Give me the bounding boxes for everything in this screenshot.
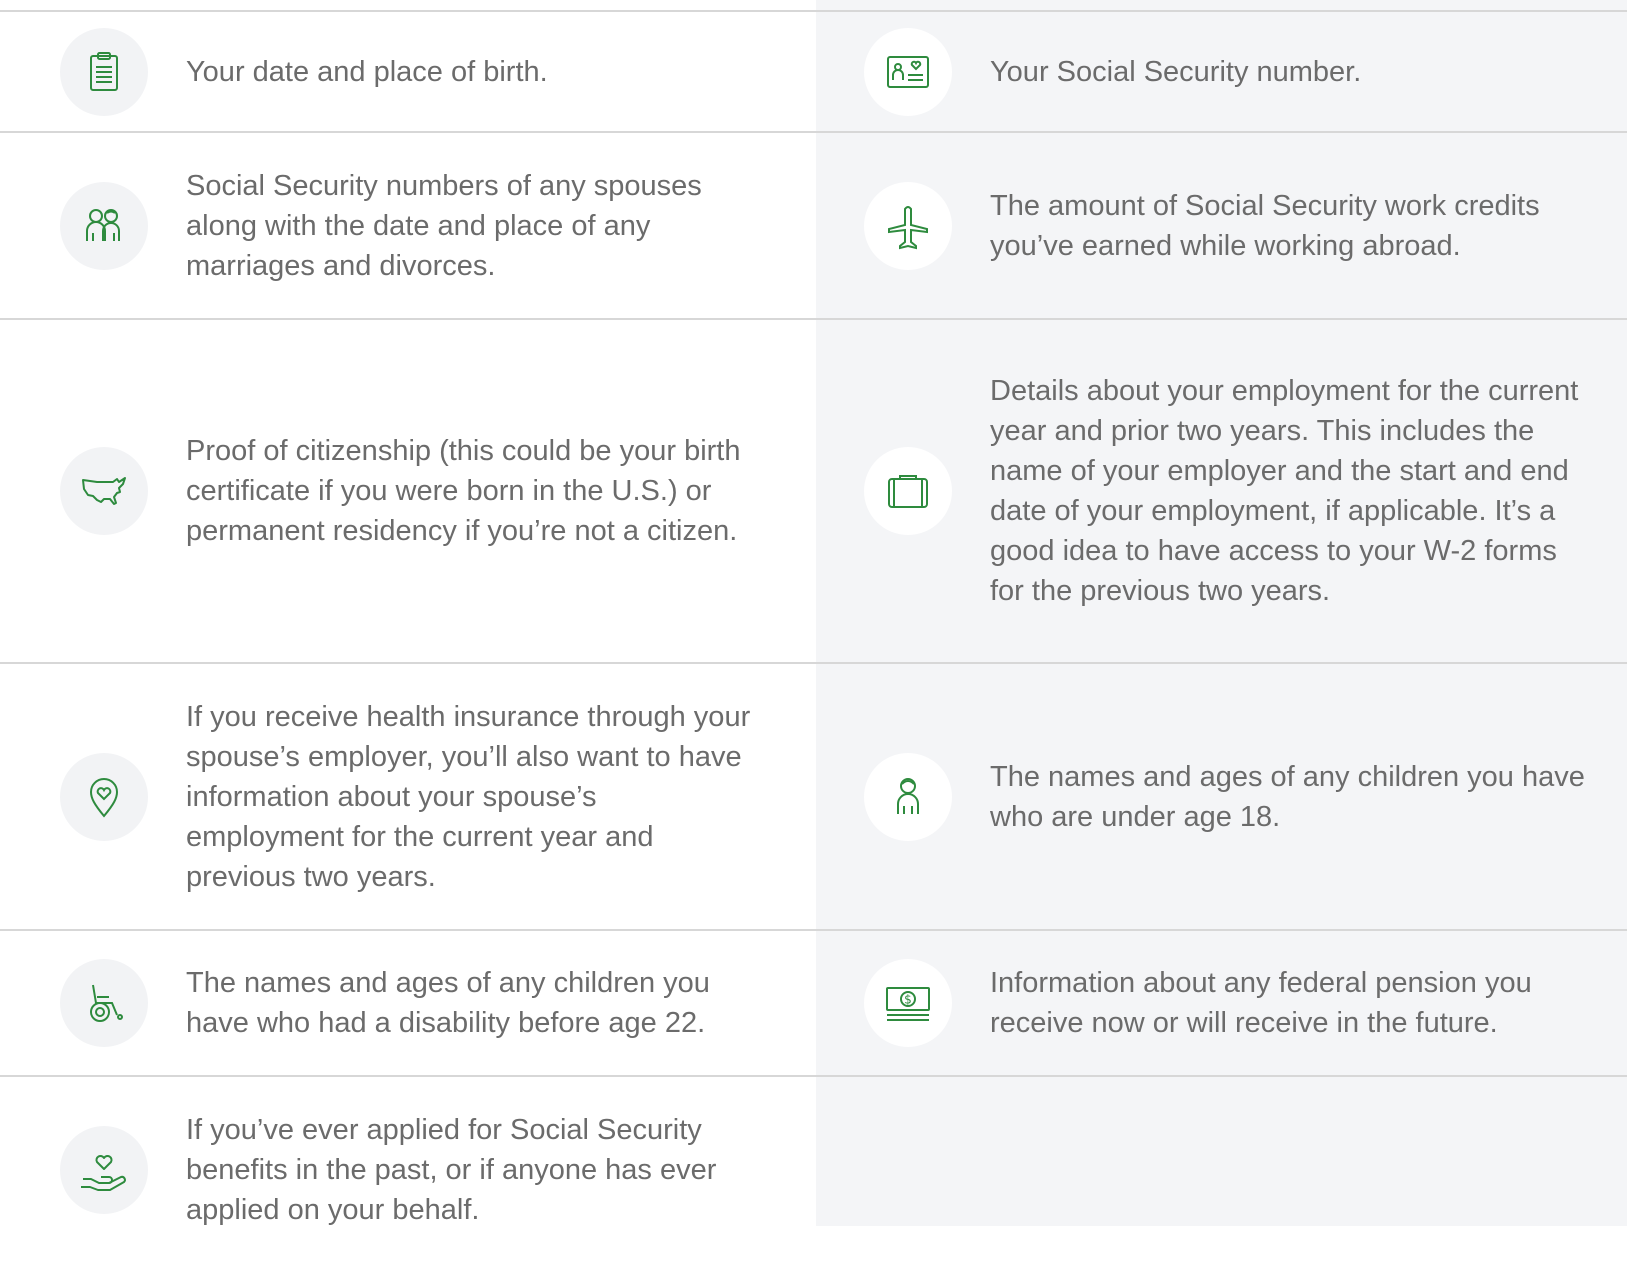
checklist-item-text: Proof of citizenship (this could be your… (186, 435, 741, 547)
checklist-item-text: Social Security numbers of any spouses a… (186, 169, 702, 282)
checklist-item: Your Social Security number. (816, 12, 1627, 131)
checklist-item: The amount of Social Security work credi… (816, 133, 1627, 318)
checklist-item-text: The amount of Social Security work credi… (990, 189, 1540, 262)
dollar-bill-icon: $ (864, 959, 952, 1047)
id-card-icon (864, 27, 952, 116)
checklist-item: If you receive health insurance through … (0, 664, 816, 929)
checklist-item: $ Information about any federal pension … (816, 931, 1627, 1075)
checklist-item: Details about your employment for the cu… (816, 320, 1627, 662)
airplane-icon (864, 181, 952, 270)
svg-text:$: $ (904, 993, 912, 1007)
checklist-item-text: Details about your employment for the cu… (990, 375, 1579, 607)
briefcase-icon (864, 447, 952, 535)
wheelchair-icon (60, 959, 148, 1047)
checklist-item-text: If you’ve ever applied for Social Securi… (186, 1114, 717, 1226)
location-heart-icon (60, 752, 148, 841)
checklist-item: If you’ve ever applied for Social Securi… (0, 1077, 816, 1263)
checklist-item-text: The names and ages of any children you h… (186, 967, 710, 1039)
clipboard-icon (60, 27, 148, 116)
checklist-item: Your date and place of birth. (0, 12, 816, 131)
checklist-item: The names and ages of any children you h… (0, 931, 816, 1075)
checklist-item-text: Information about any federal pension yo… (990, 967, 1532, 1039)
checklist-item-text: Your Social Security number. (990, 55, 1362, 88)
checklist-item: Social Security numbers of any spouses a… (0, 133, 816, 318)
usa-map-icon (60, 447, 148, 535)
checklist-item-text: The names and ages of any children you h… (990, 760, 1585, 833)
child-icon (864, 752, 952, 841)
checklist-item: The names and ages of any children you h… (816, 664, 1627, 929)
checklist-item-text: Your date and place of birth. (186, 55, 548, 88)
couple-icon (60, 181, 148, 270)
checklist-item-text: If you receive health insurance through … (186, 700, 751, 893)
hand-heart-icon (60, 1126, 148, 1214)
checklist-item: Proof of citizenship (this could be your… (0, 320, 816, 662)
